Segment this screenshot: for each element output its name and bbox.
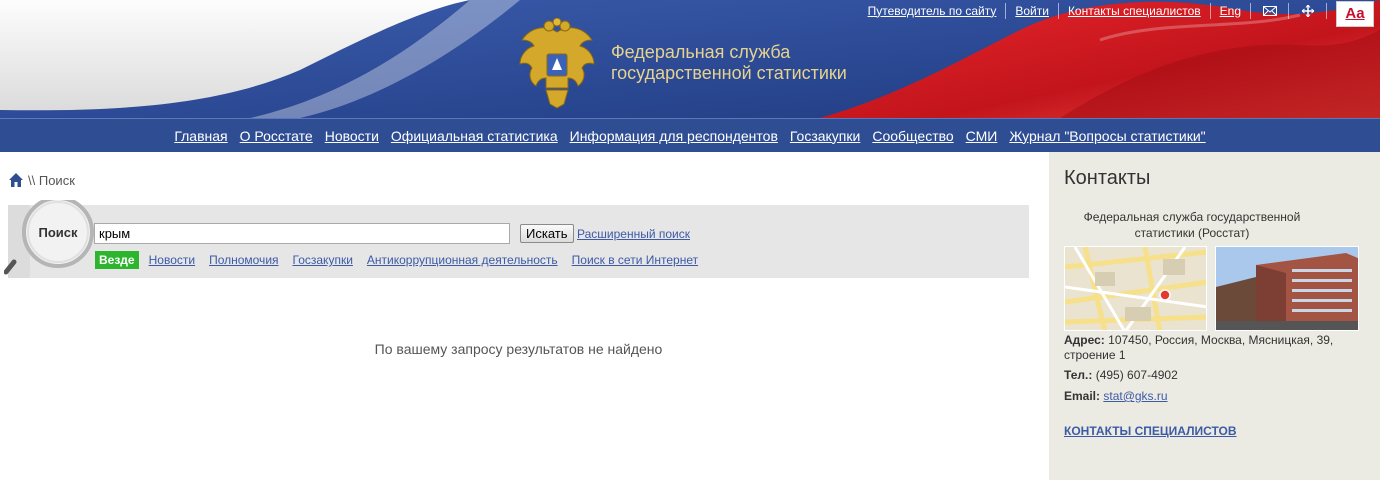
nav-community[interactable]: Сообщество: [872, 128, 953, 144]
no-results-message: По вашему запросу результатов не найдено: [374, 341, 663, 357]
coat-of-arms-icon: [519, 18, 595, 109]
email-link[interactable]: stat@gks.ru: [1103, 389, 1167, 403]
main-nav: Главная О Росстате Новости Официальная с…: [0, 118, 1380, 152]
breadcrumb-separator: \\: [28, 172, 36, 188]
site-header: Путеводитель по сайту Войти Контакты спе…: [0, 0, 1380, 118]
scope-everywhere[interactable]: Везде: [95, 251, 139, 269]
home-icon[interactable]: [8, 172, 24, 188]
font-size-button[interactable]: Aa: [1336, 0, 1374, 27]
nav-news[interactable]: Новости: [325, 128, 379, 144]
email-label: Email:: [1064, 389, 1101, 403]
breadcrumb-current: Поиск: [38, 172, 75, 188]
search-scopes: Везде Новости Полномочия Госзакупки Анти…: [95, 250, 712, 270]
scope-powers[interactable]: Полномочия: [209, 253, 278, 267]
building-photo[interactable]: [1215, 246, 1359, 331]
breadcrumb: \\ Поиск: [8, 172, 75, 188]
phone-label: Тел.:: [1064, 368, 1093, 382]
org-title-line1: Федеральная служба: [611, 42, 791, 62]
scope-internet[interactable]: Поиск в сети Интернет: [572, 253, 698, 267]
email: Email: stat@gks.ru: [1064, 389, 1168, 403]
address-label: Адрес:: [1064, 333, 1105, 347]
sidebar-title: Контакты: [1064, 167, 1151, 189]
scope-anticorruption[interactable]: Антикоррупционная деятельность: [367, 253, 558, 267]
search-input[interactable]: [94, 223, 510, 244]
phone-value: (495) 607-4902: [1095, 368, 1178, 382]
login-link[interactable]: Войти: [1006, 2, 1059, 19]
nav-journal[interactable]: Журнал "Вопросы статистики": [1009, 128, 1205, 144]
lens-label: Поиск: [38, 225, 78, 240]
nav-media[interactable]: СМИ: [966, 128, 998, 144]
org-title-line2: государственной статистики: [611, 63, 847, 83]
org-full-name: Федеральная служба государственной стати…: [1083, 210, 1301, 240]
contacts-sidebar: Контакты Федеральная служба государствен…: [1049, 152, 1380, 480]
map-thumbnail[interactable]: [1064, 246, 1207, 331]
address-value: 107450, Россия, Москва, Мясницкая, 39, с…: [1064, 333, 1334, 362]
address: Адрес: 107450, Россия, Москва, Мясницкая…: [1064, 333, 1364, 363]
mail-icon[interactable]: [1251, 2, 1289, 19]
sitemap-icon[interactable]: [1289, 2, 1327, 19]
scope-news[interactable]: Новости: [149, 253, 195, 267]
advanced-search-link[interactable]: Расширенный поиск: [577, 227, 690, 241]
site-guide-link[interactable]: Путеводитель по сайту: [859, 2, 1007, 19]
specialists-link[interactable]: КОНТАКТЫ СПЕЦИАЛИСТОВ: [1064, 424, 1237, 438]
magnifier-icon: Поиск: [4, 200, 94, 275]
search-button[interactable]: Искать: [520, 224, 574, 243]
org-title: Федеральная служба государственной стати…: [611, 42, 847, 84]
nav-about[interactable]: О Росстате: [240, 128, 313, 144]
top-links-bar: Путеводитель по сайту Войти Контакты спе…: [859, 0, 1380, 27]
nav-home[interactable]: Главная: [174, 128, 227, 144]
phone: Тел.: (495) 607-4902: [1064, 368, 1178, 382]
specialists-contacts-link[interactable]: Контакты специалистов: [1059, 2, 1211, 19]
nav-respondents[interactable]: Информация для респондентов: [570, 128, 778, 144]
english-link[interactable]: Eng: [1211, 2, 1251, 19]
scope-procurement[interactable]: Госзакупки: [293, 253, 353, 267]
nav-official-statistics[interactable]: Официальная статистика: [391, 128, 558, 144]
nav-procurement[interactable]: Госзакупки: [790, 128, 860, 144]
